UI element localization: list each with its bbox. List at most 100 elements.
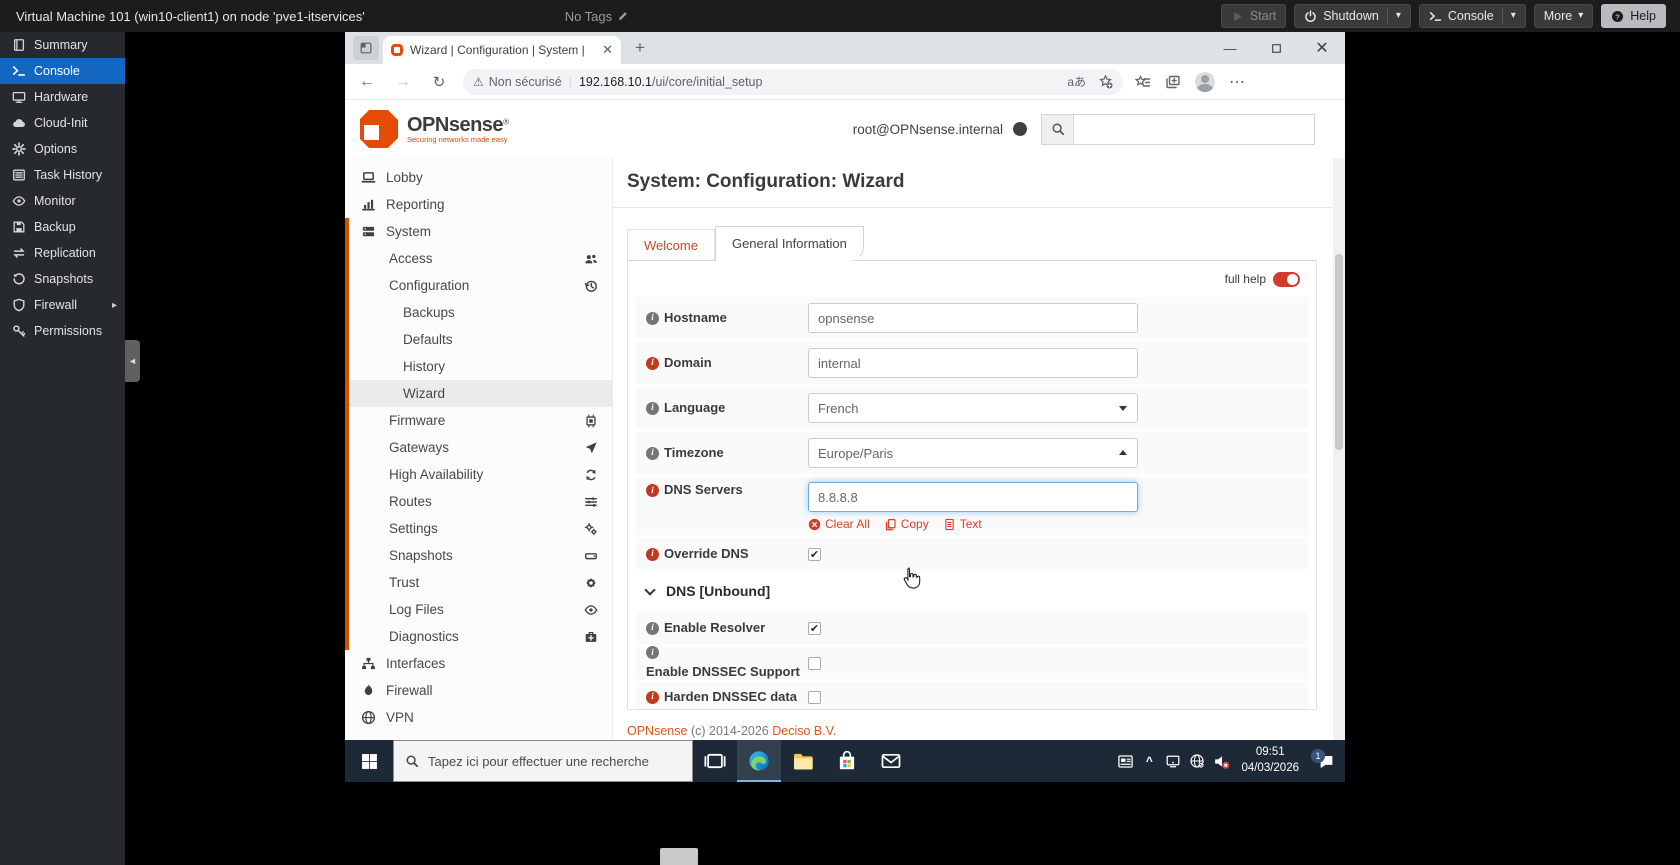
menu-item-wizard[interactable]: Wizard xyxy=(345,380,612,407)
shutdown-button[interactable]: Shutdown▾ xyxy=(1294,4,1411,28)
copy-link[interactable]: Copy xyxy=(884,517,929,531)
collections-icon[interactable] xyxy=(1165,74,1181,90)
sidebar-item-replication[interactable]: Replication xyxy=(0,240,125,266)
url-bar[interactable]: ⚠ Non sécurisé | 192.168.10.1 /ui/core/i… xyxy=(463,69,1123,95)
scrollbar-thumb[interactable] xyxy=(1335,254,1343,450)
footer-company-link[interactable]: Deciso B.V. xyxy=(772,724,836,738)
info-icon[interactable]: i xyxy=(646,312,659,325)
menu-item-defaults[interactable]: Defaults xyxy=(345,326,612,353)
clear-all-link[interactable]: Clear All xyxy=(808,517,870,531)
action-center-button[interactable]: 1 xyxy=(1307,753,1345,770)
tab-welcome[interactable]: Welcome xyxy=(627,229,715,260)
menu-item-lobby[interactable]: Lobby xyxy=(345,164,612,191)
mail-taskbar-button[interactable] xyxy=(869,740,913,782)
language-select[interactable]: French xyxy=(808,393,1138,423)
sidebar-item-backup[interactable]: Backup xyxy=(0,214,125,240)
favorites-bar-icon[interactable] xyxy=(1135,74,1151,90)
hidden-icons-chevron[interactable]: ^ xyxy=(1137,740,1161,782)
sidebar-item-hardware[interactable]: Hardware xyxy=(0,84,125,110)
domain-input[interactable]: internal xyxy=(808,348,1138,378)
info-icon[interactable]: i xyxy=(646,402,659,415)
tab-actions-icon[interactable] xyxy=(353,36,379,60)
menu-item-trust[interactable]: Trust xyxy=(345,569,612,596)
info-icon[interactable]: i xyxy=(646,357,659,370)
menu-item-access[interactable]: Access xyxy=(345,245,612,272)
bottom-panel-handle[interactable] xyxy=(660,848,698,865)
menu-item-firmware[interactable]: Firmware xyxy=(345,407,612,434)
sidebar-item-cloud-init[interactable]: Cloud-Init xyxy=(0,110,125,136)
forward-button[interactable]: → xyxy=(389,68,417,96)
override-dns-checkbox[interactable]: ✔ xyxy=(808,548,821,561)
sidebar-item-firewall[interactable]: Firewall▸ xyxy=(0,292,125,318)
help-button[interactable]: ?Help xyxy=(1601,4,1666,28)
logged-in-user[interactable]: root@OPNsense.internal xyxy=(853,122,1003,137)
sidebar-item-console[interactable]: Console xyxy=(0,58,125,84)
enable-dnssec-support-checkbox[interactable] xyxy=(808,657,821,670)
page-scrollbar[interactable] xyxy=(1333,158,1345,740)
file-explorer-taskbar-button[interactable] xyxy=(781,740,825,782)
translate-icon[interactable]: aあ xyxy=(1067,73,1086,90)
menu-item-snapshots[interactable]: Snapshots xyxy=(345,542,612,569)
enable-resolver-checkbox[interactable]: ✔ xyxy=(808,622,821,635)
more-button[interactable]: More▾ xyxy=(1534,4,1594,28)
sidebar-item-snapshots[interactable]: Snapshots xyxy=(0,266,125,292)
info-icon[interactable]: i xyxy=(646,622,659,635)
text-link[interactable]: Text xyxy=(943,517,982,531)
sidebar-collapse-handle[interactable]: ◄ xyxy=(125,340,140,382)
minimize-button[interactable]: — xyxy=(1207,32,1253,64)
tray-monitor-icon[interactable] xyxy=(1161,740,1185,782)
info-icon[interactable]: i xyxy=(646,484,659,497)
browser-tab[interactable]: Wizard | Configuration | System | ✕ xyxy=(383,36,621,64)
sidebar-item-permissions[interactable]: Permissions xyxy=(0,318,125,344)
menu-item-firewall[interactable]: Firewall xyxy=(345,677,612,704)
menu-item-history[interactable]: History xyxy=(345,353,612,380)
sidebar-item-monitor[interactable]: Monitor xyxy=(0,188,125,214)
menu-item-diagnostics[interactable]: Diagnostics xyxy=(345,623,612,650)
info-icon[interactable]: i xyxy=(646,691,659,704)
footer-brand-link[interactable]: OPNsense xyxy=(627,724,687,738)
menu-item-gateways[interactable]: Gateways xyxy=(345,434,612,461)
refresh-button[interactable]: ↻ xyxy=(425,68,453,96)
dns-servers-input[interactable]: 8.8.8.8 xyxy=(808,482,1138,512)
profile-avatar[interactable] xyxy=(1195,72,1215,92)
info-icon[interactable]: i xyxy=(646,447,659,460)
sidebar-item-task-history[interactable]: Task History xyxy=(0,162,125,188)
settings-menu-icon[interactable]: ⋯ xyxy=(1229,72,1246,92)
menu-item-system[interactable]: System xyxy=(345,218,612,245)
menu-item-backups[interactable]: Backups xyxy=(345,299,612,326)
harden-dnssec-data-checkbox[interactable] xyxy=(808,691,821,704)
tab-general-information[interactable]: General Information xyxy=(715,226,864,261)
security-label[interactable]: Non sécurisé xyxy=(489,75,562,89)
start-button[interactable]: Start xyxy=(1221,4,1286,28)
menu-item-high-availability[interactable]: High Availability xyxy=(345,461,612,488)
maximize-button[interactable] xyxy=(1253,32,1299,64)
taskbar-clock[interactable]: 09:51 04/03/2026 xyxy=(1233,745,1307,776)
widgets-icon[interactable] xyxy=(1113,740,1137,782)
opnsense-logo[interactable] xyxy=(359,109,399,149)
menu-item-interfaces[interactable]: Interfaces xyxy=(345,650,612,677)
sidebar-item-options[interactable]: Options xyxy=(0,136,125,162)
info-icon[interactable]: i xyxy=(646,548,659,561)
store-taskbar-button[interactable] xyxy=(825,740,869,782)
menu-item-log-files[interactable]: Log Files xyxy=(345,596,612,623)
new-tab-button[interactable]: + xyxy=(627,35,653,61)
hostname-input[interactable]: opnsense xyxy=(808,303,1138,333)
back-button[interactable]: ← xyxy=(353,68,381,96)
task-view-taskbar-button[interactable] xyxy=(693,740,737,782)
volume-muted-icon[interactable] xyxy=(1209,740,1233,782)
menu-item-reporting[interactable]: Reporting xyxy=(345,191,612,218)
section-header-dns-unbound-[interactable]: DNS [Unbound] xyxy=(636,573,1308,609)
menu-item-configuration[interactable]: Configuration xyxy=(345,272,612,299)
add-favorite-icon[interactable] xyxy=(1098,74,1113,89)
vm-tags[interactable]: No Tags xyxy=(565,9,629,24)
menu-item-settings[interactable]: Settings xyxy=(345,515,612,542)
network-globe-icon[interactable] xyxy=(1185,740,1209,782)
start-button[interactable] xyxy=(345,740,393,782)
tab-close-icon[interactable]: ✕ xyxy=(602,42,613,58)
info-icon[interactable]: i xyxy=(646,646,659,659)
search-input[interactable] xyxy=(1073,114,1315,145)
sidebar-item-summary[interactable]: Summary xyxy=(0,32,125,58)
taskbar-search[interactable]: Tapez ici pour effectuer une recherche xyxy=(393,740,693,782)
menu-item-routes[interactable]: Routes xyxy=(345,488,612,515)
console-button[interactable]: Console▾ xyxy=(1419,4,1526,28)
